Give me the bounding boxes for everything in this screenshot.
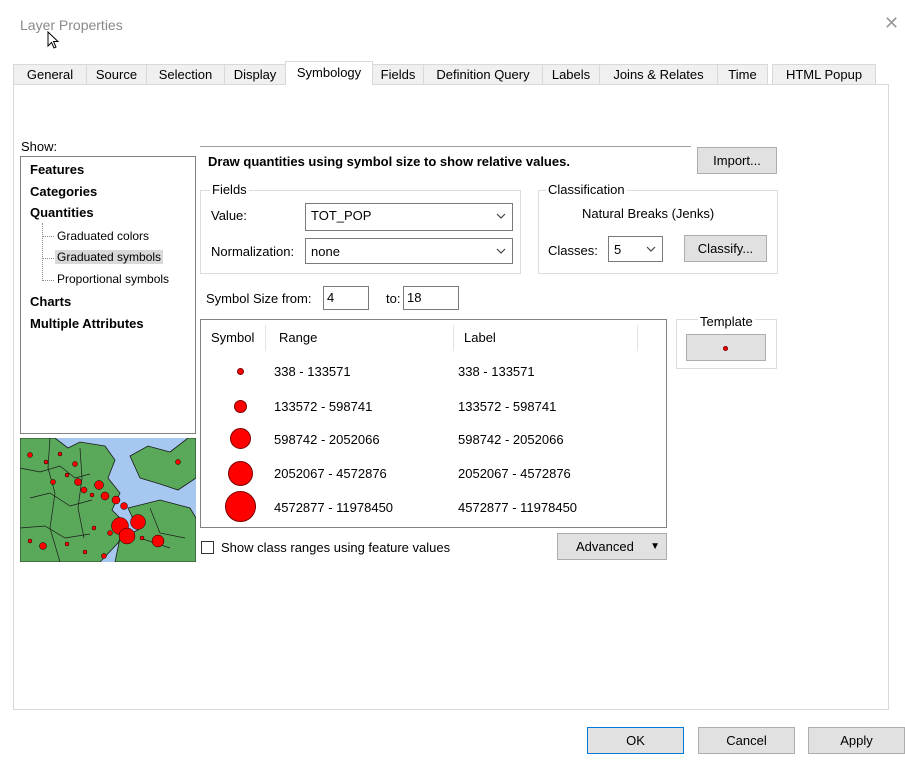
advanced-button-label: Advanced: [576, 539, 634, 554]
mouse-cursor-icon: [47, 31, 60, 49]
tree-connector: [42, 258, 54, 259]
apply-button[interactable]: Apply: [808, 727, 905, 754]
value-dropdown[interactable]: TOT_POP: [305, 203, 513, 231]
class-symbol-icon: [237, 368, 244, 375]
tree-item-quantities[interactable]: Quantities: [30, 205, 94, 220]
tab-time[interactable]: Time: [717, 64, 768, 84]
chevron-down-icon: [495, 240, 507, 267]
normalization-dropdown-text: none: [311, 244, 340, 259]
tab-source[interactable]: Source: [86, 64, 147, 84]
show-label: Show:: [21, 139, 58, 154]
column-divider: [265, 325, 266, 351]
label-cell: 2052067 - 4572876: [458, 466, 571, 481]
tree-item-proportional-symbols[interactable]: Proportional symbols: [57, 272, 169, 286]
close-icon[interactable]: ✕: [884, 13, 899, 34]
template-symbol-icon: [723, 346, 728, 351]
tree-item-categories[interactable]: Categories: [30, 184, 97, 199]
template-label: Template: [698, 314, 755, 329]
chevron-down-icon: [645, 238, 657, 265]
dropdown-arrow-icon: ▼: [650, 541, 660, 552]
classification-group-label: Classification: [546, 182, 627, 197]
classes-dropdown[interactable]: 5: [608, 236, 663, 262]
range-column-header[interactable]: Range: [279, 330, 317, 345]
tree-item-charts[interactable]: Charts: [30, 294, 71, 309]
range-cell: 2052067 - 4572876: [274, 466, 387, 481]
tab-fields[interactable]: Fields: [372, 64, 424, 84]
advanced-button[interactable]: Advanced ▼: [557, 533, 667, 560]
class-symbol-icon: [234, 400, 247, 413]
template-symbol-button[interactable]: [686, 334, 766, 361]
symbology-preview-map: [20, 438, 196, 562]
label-cell: 338 - 133571: [458, 364, 535, 379]
tree-item-features[interactable]: Features: [30, 162, 84, 177]
show-class-ranges-label[interactable]: Show class ranges using feature values: [221, 540, 450, 555]
window-title: Layer Properties: [20, 17, 123, 33]
class-symbol-icon: [225, 491, 256, 522]
import-button[interactable]: Import...: [697, 147, 777, 174]
classes-label: Classes:: [548, 243, 598, 258]
show-tree[interactable]: Features Categories Quantities Graduated…: [20, 156, 196, 434]
symbol-size-from-input[interactable]: 4: [323, 286, 369, 310]
tab-html-popup[interactable]: HTML Popup: [772, 64, 876, 84]
tree-connector: [42, 236, 54, 237]
cancel-button[interactable]: Cancel: [698, 727, 795, 754]
label-column-header[interactable]: Label: [464, 330, 496, 345]
tab-symbology[interactable]: Symbology: [285, 61, 373, 85]
label-cell: 598742 - 2052066: [458, 432, 564, 447]
normalization-label: Normalization:: [211, 244, 295, 259]
classify-button[interactable]: Classify...: [684, 235, 767, 262]
tree-connector: [42, 223, 43, 281]
symbol-size-from-label: Symbol Size from:: [206, 291, 312, 306]
value-dropdown-text: TOT_POP: [311, 208, 372, 223]
symbol-size-to-input[interactable]: 18: [403, 286, 459, 310]
fields-group-label: Fields: [210, 182, 249, 197]
class-symbol-icon: [228, 461, 253, 486]
tree-connector: [42, 280, 54, 281]
symbol-class-table[interactable]: Symbol Range Label 338 - 133571 338 - 13…: [200, 319, 667, 528]
tab-selection[interactable]: Selection: [146, 64, 225, 84]
tree-item-multiple-attributes[interactable]: Multiple Attributes: [30, 316, 144, 331]
label-cell: 4572877 - 11978450: [458, 500, 578, 515]
range-cell: 598742 - 2052066: [274, 432, 380, 447]
chevron-down-icon: [495, 205, 507, 232]
symbol-column-header[interactable]: Symbol: [211, 330, 254, 345]
show-class-ranges-checkbox[interactable]: [201, 541, 214, 554]
symbology-description: Draw quantities using symbol size to sho…: [208, 154, 570, 169]
tab-definition-query[interactable]: Definition Query: [423, 64, 543, 84]
value-label: Value:: [211, 208, 247, 223]
classes-dropdown-text: 5: [614, 242, 622, 257]
range-cell: 4572877 - 11978450: [274, 500, 394, 515]
tab-joins-relates[interactable]: Joins & Relates: [599, 64, 718, 84]
symbol-size-to-label: to:: [386, 291, 401, 306]
tab-labels[interactable]: Labels: [542, 64, 600, 84]
tree-item-graduated-symbols[interactable]: Graduated symbols: [55, 250, 164, 264]
tree-item-graduated-colors[interactable]: Graduated colors: [57, 229, 149, 243]
ok-button[interactable]: OK: [587, 727, 684, 754]
column-divider: [637, 325, 638, 351]
class-symbol-icon: [230, 428, 251, 449]
range-cell: 338 - 133571: [274, 364, 351, 379]
label-cell: 133572 - 598741: [458, 399, 557, 414]
range-cell: 133572 - 598741: [274, 399, 373, 414]
normalization-dropdown[interactable]: none: [305, 238, 513, 264]
tab-display[interactable]: Display: [224, 64, 286, 84]
tab-general[interactable]: General: [13, 64, 87, 84]
column-divider: [453, 325, 454, 351]
classification-method: Natural Breaks (Jenks): [582, 206, 715, 221]
